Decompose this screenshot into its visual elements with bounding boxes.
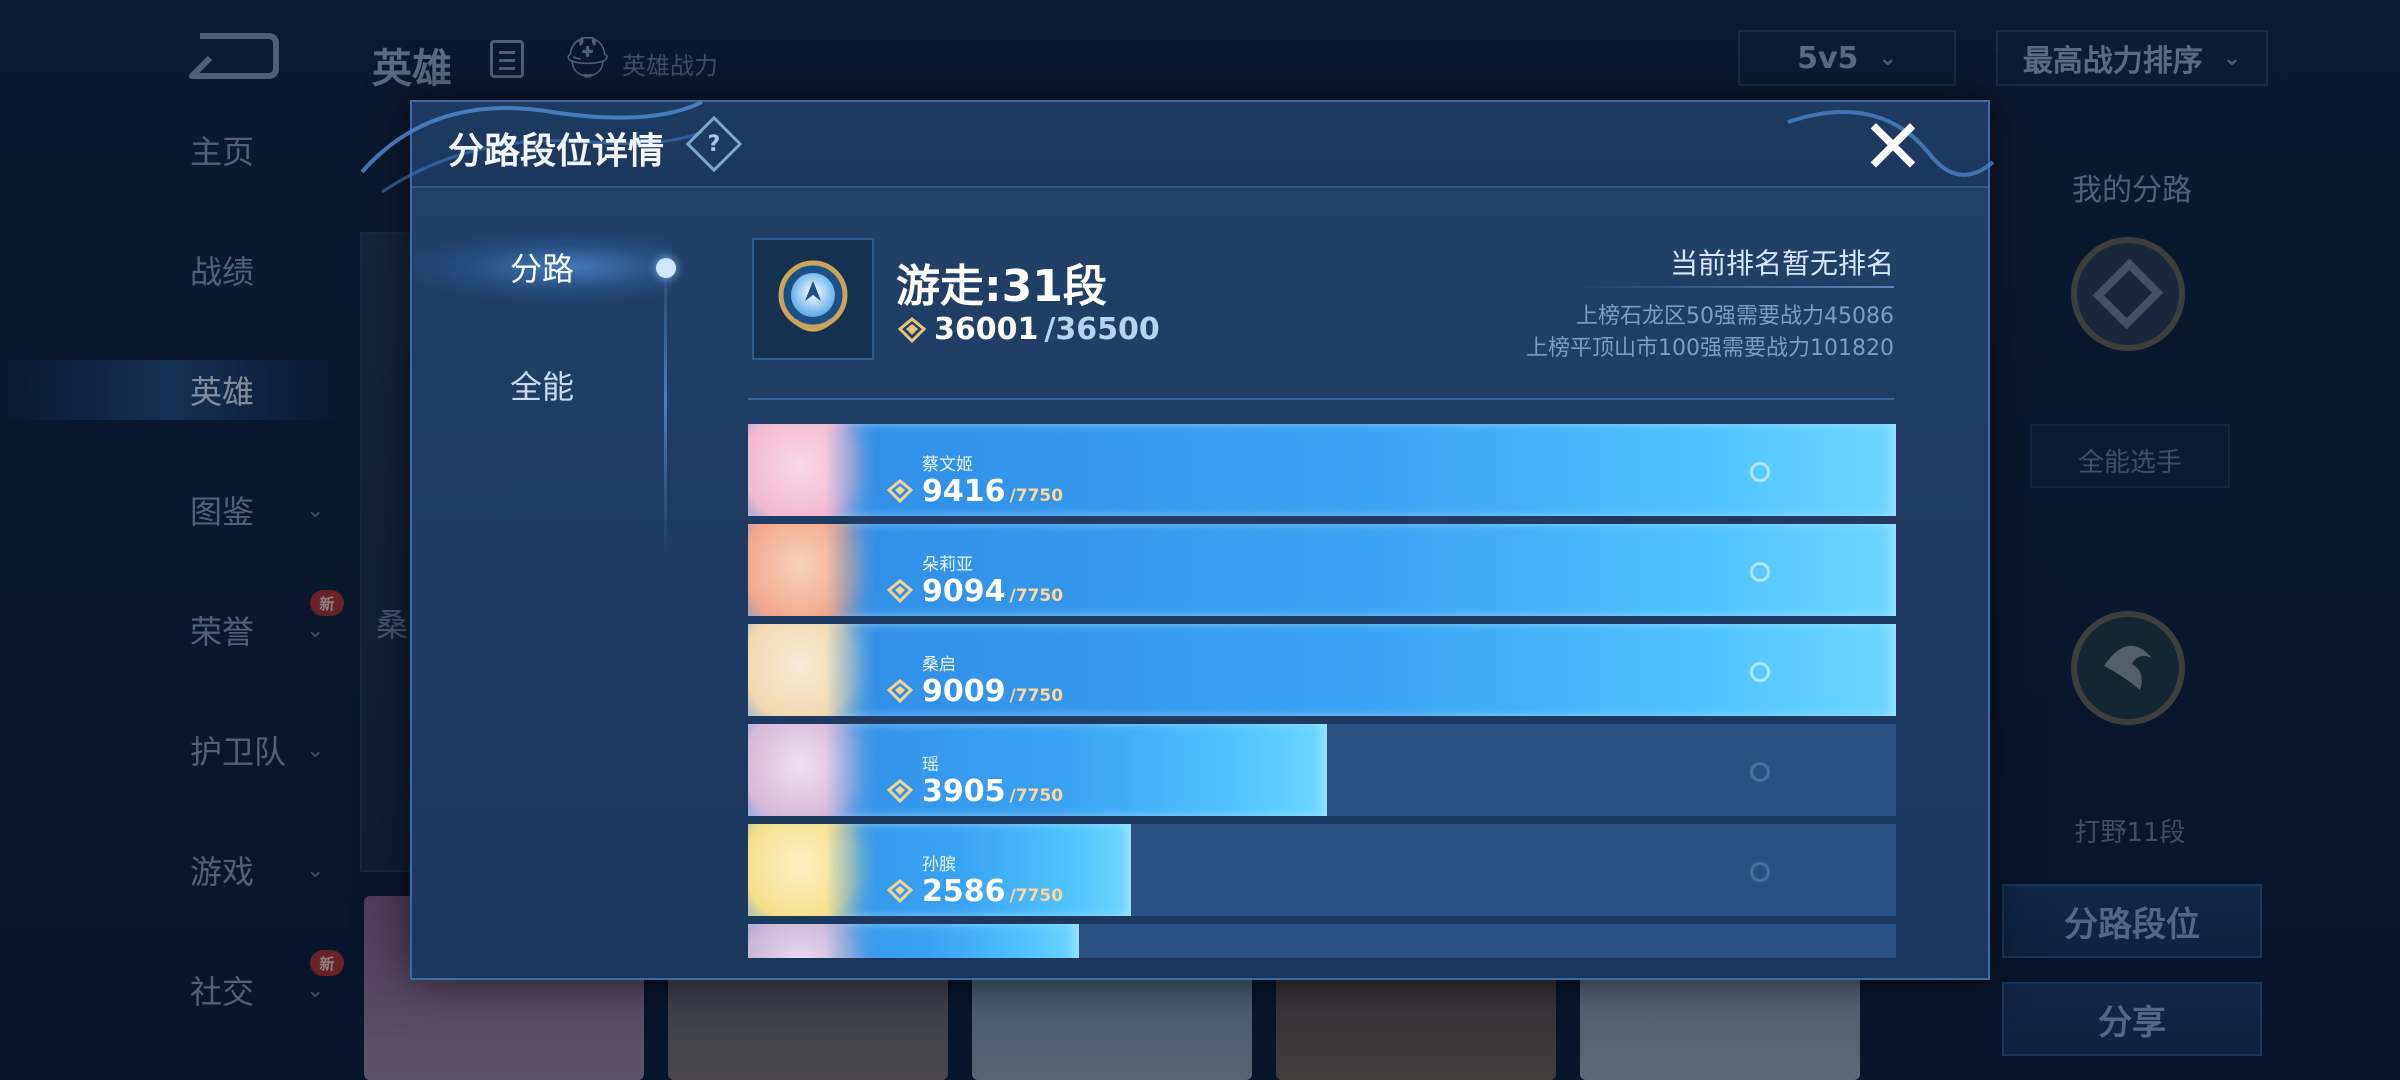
district-rank-requirement: 上榜石龙区50强需要战力45086	[1576, 304, 1894, 329]
ring-icon	[1750, 562, 1770, 582]
rank-divider	[1574, 286, 1894, 288]
hero-portrait	[748, 424, 878, 516]
tab-lane[interactable]: 分路	[412, 232, 672, 302]
power-icon	[886, 579, 914, 604]
hero-power-value: 9416	[922, 474, 1006, 509]
active-tab-dot-icon	[656, 258, 676, 278]
power-icon	[886, 479, 914, 504]
modal-title: 分路段位详情	[448, 131, 665, 172]
hero-power-value: 9009	[922, 674, 1006, 709]
support-lane-icon	[778, 260, 848, 332]
city-rank-requirement: 上榜平顶山市100强需要战力101820	[1526, 336, 1894, 361]
hero-power-bar	[748, 624, 1896, 716]
hero-portrait	[748, 624, 878, 716]
power-icon	[886, 779, 914, 804]
hero-power-list[interactable]: 蔡文姬 9416/7750 朵莉亚 9094/7750 桑启 9009/7750 瑶 3905…	[748, 424, 1896, 958]
hero-name: 朵莉亚	[922, 555, 973, 575]
tab-all-round-label: 全能	[509, 368, 574, 406]
ring-icon	[1750, 762, 1770, 782]
hero-portrait	[748, 824, 878, 916]
lane-rank-detail-modal: 分路段位详情 ? ✕ 分路 全能 游走:31段 36001 /36500 当前排…	[360, 100, 1995, 980]
power-icon	[886, 879, 914, 904]
hero-name: 瑶	[922, 755, 939, 775]
hero-power-max: /7750	[1009, 486, 1064, 506]
hero-power-value: 9094	[922, 574, 1006, 609]
hero-power-bar	[748, 424, 1896, 516]
power-icon	[897, 316, 927, 343]
hero-name: 桑启	[922, 655, 956, 675]
tab-all-round[interactable]: 全能	[412, 350, 672, 420]
hero-power-max: /7750	[1009, 786, 1064, 806]
hero-power: 9416/7750	[922, 474, 1063, 509]
power-icon	[886, 679, 914, 704]
ring-icon	[1750, 862, 1770, 882]
hero-power-row[interactable]: 朵莉亚 9094/7750	[748, 524, 1896, 616]
lane-current-power: 36001	[934, 312, 1039, 347]
section-divider	[748, 398, 1894, 400]
hero-power-row[interactable]: 孙膑 2586/7750	[748, 824, 1896, 916]
hero-power-max: /7750	[1009, 886, 1064, 906]
hero-power-max: /7750	[1009, 686, 1064, 706]
hero-power-bar	[748, 524, 1896, 616]
lane-power: 36001/36500	[896, 312, 1160, 347]
hero-power-row[interactable]: 瑶 3905/7750	[748, 724, 1896, 816]
hero-power-max: /7750	[1009, 586, 1064, 606]
hero-power-value: 2586	[922, 874, 1006, 909]
hero-power-row[interactable]: 桑启 9009/7750	[748, 624, 1896, 716]
tab-lane-label: 分路	[509, 250, 574, 288]
ring-icon	[1750, 462, 1770, 482]
modal-tabs: 分路 全能	[412, 232, 676, 572]
lane-max-power: /36500	[1044, 312, 1160, 347]
hero-portrait	[748, 924, 878, 958]
hero-power-row[interactable]	[748, 924, 1896, 958]
current-rank-text: 当前排名暂无排名	[1669, 247, 1894, 280]
hero-power: 2586/7750	[922, 874, 1063, 909]
hero-portrait	[748, 724, 878, 816]
close-icon[interactable]: ✕	[1858, 109, 1928, 185]
lane-rank-name: 游走:31段	[896, 261, 1107, 312]
hero-power-value: 3905	[922, 774, 1006, 809]
ring-icon	[1750, 662, 1770, 682]
hero-power: 3905/7750	[922, 774, 1063, 809]
hero-power-row[interactable]: 蔡文姬 9416/7750	[748, 424, 1896, 516]
hero-power: 9009/7750	[922, 674, 1063, 709]
hero-portrait	[748, 524, 878, 616]
hero-name: 蔡文姬	[922, 455, 973, 475]
lane-emblem	[752, 238, 874, 360]
hero-power: 9094/7750	[922, 574, 1063, 609]
hero-name: 孙膑	[922, 855, 956, 875]
